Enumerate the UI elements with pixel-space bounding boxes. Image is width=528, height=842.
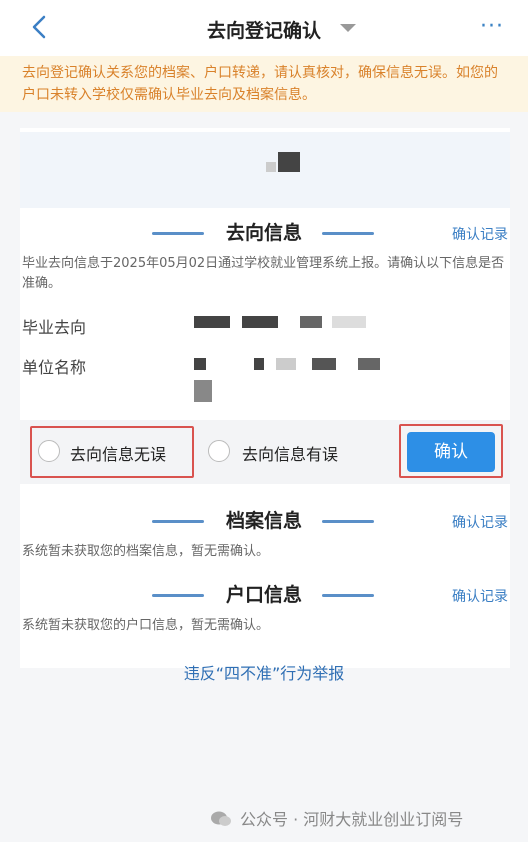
page-title: 去向登记确认 [206,20,321,42]
field-label-destination: 毕业去向 [22,318,87,337]
hukou-description: 系统暂未获取您的户口信息，暂无需确认。 [22,618,270,633]
radio-info-correct[interactable] [38,440,60,462]
heading-line-right [322,232,374,235]
archive-description: 系统暂未获取您的档案信息，暂无需确认。 [22,544,270,559]
hukou-section-header: 户口信息 确认记录 [0,580,528,610]
more-icon[interactable]: ··· [480,14,504,39]
avatar [278,152,300,172]
wechat-watermark: 公众号 · 河财大就业创业订阅号 [210,806,463,830]
confirm-button[interactable]: 确认 [407,432,495,472]
heading-line-right [322,594,374,597]
nav-bar: 去向登记确认 ··· [0,0,528,56]
heading-line-right [322,520,374,523]
destination-description: 毕业去向信息于2025年05月02日通过学校就业管理系统上报。请确认以下信息是否… [22,256,505,291]
option-info-correct[interactable]: 去向信息无误 [70,441,166,465]
destination-heading: 去向信息 [225,222,302,244]
hukou-record-link[interactable]: 确认记录 [452,586,508,606]
wechat-icon [211,811,231,826]
archive-record-link[interactable]: 确认记录 [452,512,508,532]
footer-text: 公众号 · 河财大就业创业订阅号 [240,810,464,829]
hukou-heading: 户口信息 [225,584,302,606]
radio-info-incorrect[interactable] [208,440,230,462]
avatar-pixel [266,162,276,172]
archive-heading: 档案信息 [225,510,302,532]
destination-section-header: 去向信息 确认记录 [0,218,528,248]
notice-banner: 去向登记确认关系您的档案、户口转递，请认真核对，确保信息无误。如您的户口未转入学… [0,56,528,112]
title-dropdown-icon[interactable] [340,24,356,32]
destination-record-link[interactable]: 确认记录 [452,224,508,244]
avatar-area [20,132,510,208]
archive-section-header: 档案信息 确认记录 [0,506,528,536]
option-info-incorrect[interactable]: 去向信息有误 [242,441,338,465]
field-label-employer: 单位名称 [22,358,87,377]
report-violation-link[interactable]: 违反“四不准”行为举报 [0,660,528,684]
